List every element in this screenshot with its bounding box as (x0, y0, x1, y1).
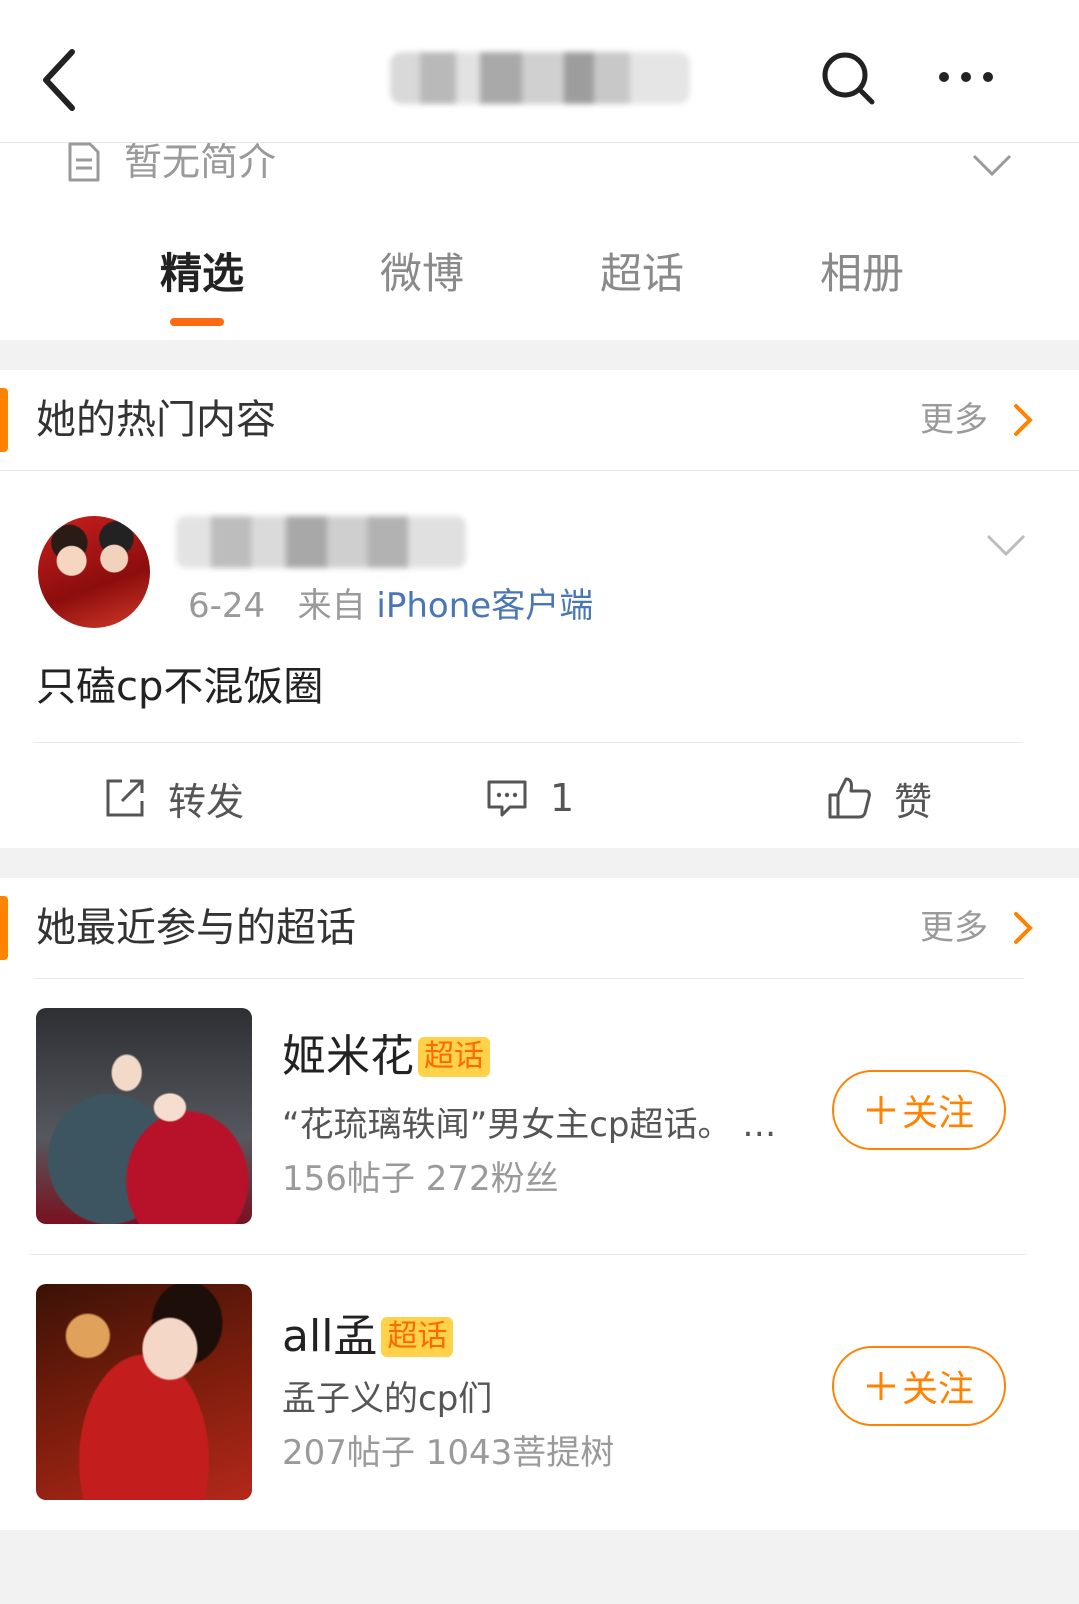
thumbs-up-icon (828, 777, 871, 819)
tab-super-topic[interactable]: 超话 (572, 246, 712, 302)
comment-button[interactable]: 1 (486, 770, 574, 826)
post-meta: 6-24 来自 iPhone客户端 (188, 584, 593, 628)
hot-section-more-link[interactable]: 更多 (920, 396, 988, 444)
comment-count: 1 (550, 776, 575, 820)
plus-icon (866, 1372, 895, 1400)
follow-button[interactable]: 关注 (832, 1070, 1006, 1150)
topic-stats: 156帖子 272粉丝 (282, 1159, 559, 1199)
topic-stats: 207帖子 1043菩提树 (282, 1433, 615, 1473)
page-title-blurred (390, 52, 690, 104)
comment-icon (487, 780, 527, 817)
divider (30, 1254, 1026, 1255)
chevron-left-icon[interactable] (36, 44, 88, 116)
super-topic-badge: 超话 (418, 1037, 490, 1077)
chevron-right-icon[interactable] (1012, 402, 1034, 438)
active-tab-indicator (170, 318, 224, 326)
divider (34, 742, 1022, 743)
post-source[interactable]: iPhone客户端 (376, 586, 593, 626)
divider (34, 978, 1024, 979)
bio-text: 暂无简介 (124, 140, 277, 184)
post-source-prefix: 来自 (297, 586, 366, 626)
topic-section-title: 她最近参与的超话 (36, 905, 356, 951)
topic-name[interactable]: 姬米花 超话 (282, 1028, 490, 1086)
like-label: 赞 (894, 779, 933, 824)
divider (0, 470, 1079, 471)
follow-label: 关注 (901, 1369, 974, 1410)
topic-cover-image[interactable] (36, 1008, 252, 1224)
document-icon (68, 142, 100, 182)
hot-section-title: 她的热门内容 (36, 397, 276, 443)
share-icon (106, 779, 144, 817)
section-gap (0, 1530, 1079, 1604)
topic-title: 姬米花 (282, 1031, 414, 1082)
username-blurred[interactable] (176, 516, 466, 568)
follow-button[interactable]: 关注 (832, 1346, 1006, 1426)
section-gap (0, 848, 1079, 878)
topic-description: 孟子义的cp们 (282, 1379, 493, 1419)
avatar[interactable] (38, 516, 150, 628)
section-accent-bar (0, 388, 8, 452)
topic-title: all孟 (282, 1311, 378, 1362)
chevron-down-icon[interactable] (970, 150, 1014, 180)
post-text[interactable]: 只磕cp不混饭圈 (36, 660, 323, 714)
chevron-down-icon[interactable] (984, 530, 1028, 560)
super-topic-badge: 超话 (381, 1317, 454, 1357)
like-button[interactable]: 赞 (826, 770, 932, 826)
topic-name[interactable]: all孟 超话 (282, 1308, 454, 1366)
tab-featured[interactable]: 精选 (132, 246, 272, 302)
repost-button[interactable]: 转发 (104, 770, 244, 826)
follow-label: 关注 (901, 1093, 974, 1134)
repost-label: 转发 (168, 779, 245, 824)
topic-description: “花琉璃轶闻”男女主cp超话。 … (282, 1105, 777, 1145)
tab-weibo[interactable]: 微博 (352, 246, 492, 302)
plus-icon (866, 1096, 895, 1124)
search-icon[interactable] (820, 50, 876, 106)
topic-section-more-link[interactable]: 更多 (920, 904, 988, 952)
section-gap (0, 340, 1079, 370)
topic-cover-image[interactable] (36, 1284, 252, 1500)
more-horizontal-icon[interactable] (936, 62, 996, 92)
section-accent-bar (0, 896, 8, 960)
tab-album[interactable]: 相册 (792, 246, 932, 302)
chevron-right-icon[interactable] (1012, 910, 1034, 946)
post-date: 6-24 (188, 586, 266, 626)
